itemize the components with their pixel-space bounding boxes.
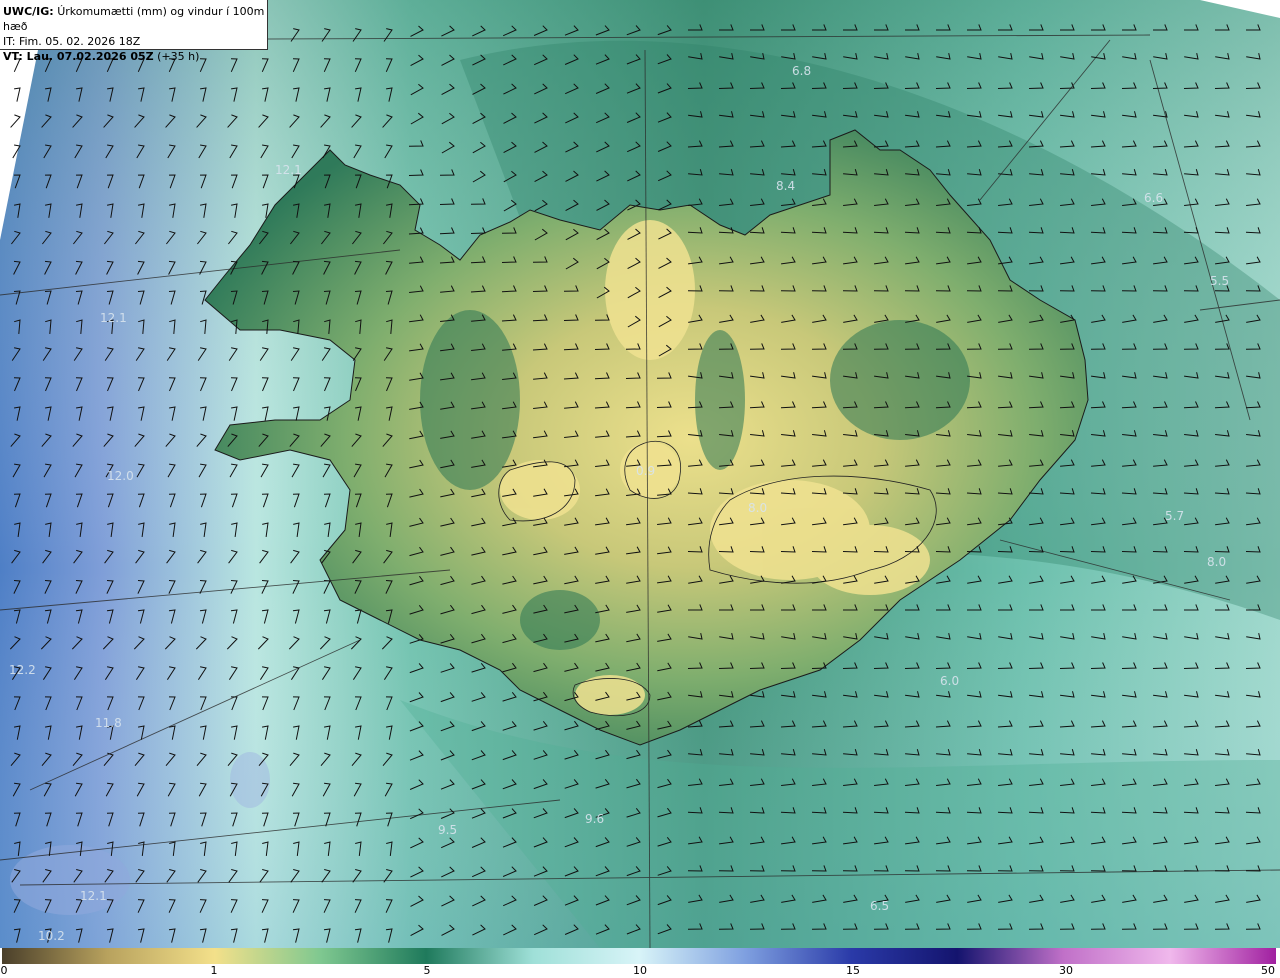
label-value: 12.0 [107, 469, 134, 483]
forecast-hour: (+35 h) [157, 50, 200, 63]
label-value: 8.0 [748, 501, 767, 515]
title-line: UWC/IG: Úrkomumætti (mm) og vindur í 100… [3, 4, 267, 34]
map-info-box: UWC/IG: Úrkomumætti (mm) og vindur í 100… [0, 0, 268, 63]
valid-time-line: VT: Lau. 07.02.2026 05Z (+35 h) [3, 49, 267, 64]
colorbar-tick: 1 [210, 964, 218, 977]
colorbar-tick: 5 [423, 964, 431, 977]
label-value: 12.1 [80, 889, 107, 903]
colorbar-tick: 0 [0, 964, 8, 977]
label-value: 8.0 [1207, 555, 1226, 569]
colorbar [2, 948, 1276, 964]
init-time: IT: Fim. 05. 02. 2026 18Z [3, 35, 141, 48]
label-value: 12.1 [275, 163, 302, 177]
label-value: 9.5 [438, 823, 457, 837]
label-value: 10.2 [38, 929, 65, 943]
valid-time: VT: Lau. 07.02.2026 05Z [3, 50, 154, 63]
precipitation-wind-map: 6.8 8.4 6.6 12.1 5.5 12.1 0.9 12.0 8.0 5… [0, 0, 1280, 948]
label-value: 5.7 [1165, 509, 1184, 523]
colorbar-tick: 30 [1059, 964, 1073, 977]
label-value: 6.0 [940, 674, 959, 688]
label-value: 8.4 [776, 179, 795, 193]
label-value: 6.5 [870, 899, 889, 913]
colorbar-tick: 10 [633, 964, 647, 977]
label-value: 11.8 [95, 716, 122, 730]
colorbar-tick: 50 [1261, 964, 1275, 977]
label-value: 6.8 [792, 64, 811, 78]
label-value: 0.9 [636, 464, 655, 478]
model-name: UWC/IG: [3, 5, 54, 18]
label-value: 12.1 [100, 311, 127, 325]
colorbar-legend: 0 1 5 10 15 30 50 [0, 948, 1280, 978]
label-value: 9.6 [585, 812, 604, 826]
colorbar-tick: 15 [846, 964, 860, 977]
label-value: 6.6 [1144, 191, 1163, 205]
label-value: 5.5 [1210, 274, 1229, 288]
label-value: 12.2 [9, 663, 36, 677]
